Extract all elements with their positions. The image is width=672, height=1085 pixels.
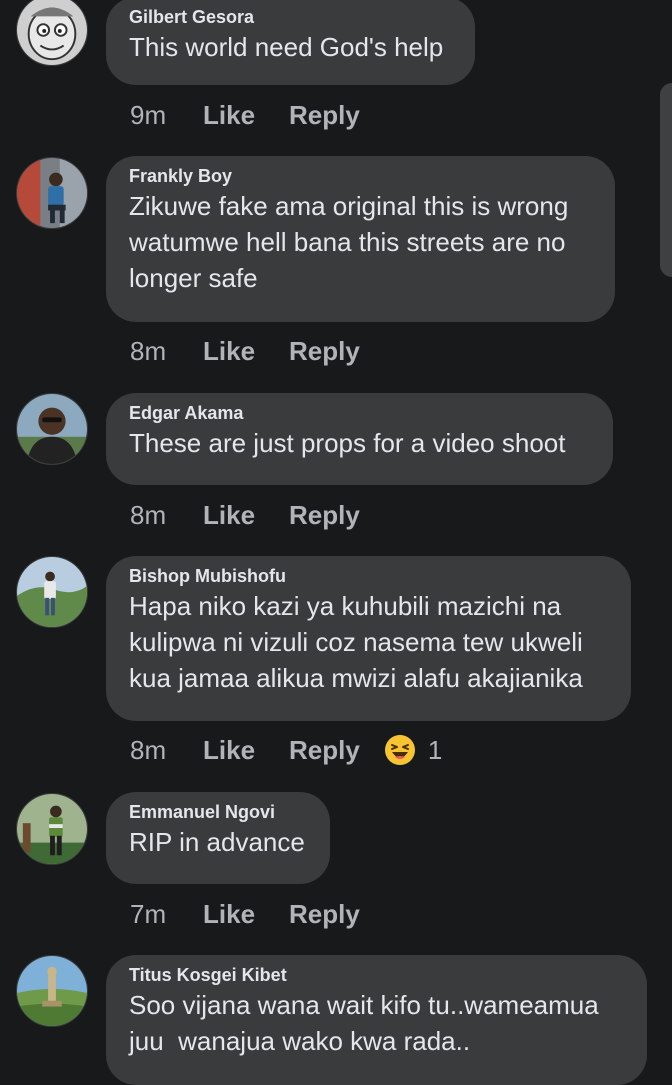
comment-text-line: longer safe <box>129 263 258 293</box>
like-button[interactable]: Like <box>203 100 289 131</box>
comment-author[interactable]: Bishop Mubishofu <box>129 566 607 586</box>
comment-time[interactable]: 7m <box>130 899 203 930</box>
like-button[interactable]: Like <box>203 500 289 531</box>
comment-author[interactable]: Emmanuel Ngovi <box>129 802 306 822</box>
comment-text-line: juu wanajua wako kwa rada.. <box>129 1026 471 1056</box>
avatar[interactable] <box>16 157 88 229</box>
comment-bubble[interactable]: Gilbert Gesora This world need God's hel… <box>106 0 475 85</box>
comment-actions: 9m Like Reply <box>130 97 360 133</box>
man-portrait-avatar <box>17 394 87 464</box>
statue-landscape-avatar <box>17 956 87 1026</box>
comment-actions: 8m Like Reply <box>130 333 360 369</box>
comment-bubble[interactable]: Emmanuel Ngovi RIP in advance <box>106 792 330 884</box>
avatar[interactable] <box>16 955 88 1027</box>
comment-text-line: Hapa niko kazi ya kuhubili mazichi na <box>129 591 562 621</box>
comment-bubble[interactable]: Edgar Akama These are just props for a v… <box>106 393 613 485</box>
reply-button[interactable]: Reply <box>289 899 360 930</box>
comment-bubble[interactable]: Bishop Mubishofu Hapa niko kazi ya kuhub… <box>106 556 631 721</box>
comment-author[interactable]: Gilbert Gesora <box>129 7 451 27</box>
reply-button[interactable]: Reply <box>289 100 360 131</box>
comment-time[interactable]: 8m <box>130 336 203 367</box>
comment-time[interactable]: 8m <box>130 500 203 531</box>
comment-actions: 8m Like Reply <box>130 497 360 533</box>
comment-actions: 8m Like Reply 1 <box>130 732 442 768</box>
like-button[interactable]: Like <box>203 336 289 367</box>
like-button[interactable]: Like <box>203 899 289 930</box>
comment-bubble[interactable]: Titus Kosgei Kibet Soo vijana wana wait … <box>106 955 647 1085</box>
man-outdoor-avatar <box>17 794 87 864</box>
reply-button[interactable]: Reply <box>289 500 360 531</box>
avatar[interactable] <box>16 393 88 465</box>
comment-time[interactable]: 8m <box>130 735 203 766</box>
avatar[interactable] <box>16 793 88 865</box>
man-sitting-avatar <box>17 158 87 228</box>
comment-actions: 7m Like Reply <box>130 896 360 932</box>
reaction-count: 1 <box>427 734 443 765</box>
comment-bubble[interactable]: Frankly Boy Zikuwe fake ama original thi… <box>106 156 615 322</box>
laughing-emoji-icon <box>384 735 415 765</box>
reaction-summary[interactable]: 1 <box>384 734 442 766</box>
comment-text-line: These are just props for a video shoot <box>129 428 566 458</box>
scrollbar[interactable] <box>660 83 672 277</box>
comment-author[interactable]: Frankly Boy <box>129 166 591 186</box>
comment-text-line: RIP in advance <box>129 827 305 857</box>
comment-author[interactable]: Edgar Akama <box>129 403 589 423</box>
man-landscape-avatar <box>17 557 87 627</box>
comment-text-line: watumwe hell bana this streets are no <box>129 227 566 257</box>
comment-text-line: This world need God's help <box>129 32 444 62</box>
like-button[interactable]: Like <box>203 735 289 766</box>
avatar[interactable] <box>16 556 88 628</box>
comment-text-line: Soo vijana wana wait kifo tu..wameamua <box>129 990 599 1020</box>
comment-author[interactable]: Titus Kosgei Kibet <box>129 965 623 985</box>
comment-text-line: Zikuwe fake ama original this is wrong <box>129 191 569 221</box>
avatar[interactable] <box>16 0 88 66</box>
comment-text-line: kulipwa ni vizuli coz nasema tew ukweli <box>129 627 583 657</box>
cartoon-face-avatar <box>17 0 87 65</box>
reply-button[interactable]: Reply <box>289 735 360 766</box>
comment-text-line: kua jamaa alikua mwizi alafu akajianika <box>129 663 583 693</box>
reply-button[interactable]: Reply <box>289 336 360 367</box>
comment-time[interactable]: 9m <box>130 100 203 131</box>
